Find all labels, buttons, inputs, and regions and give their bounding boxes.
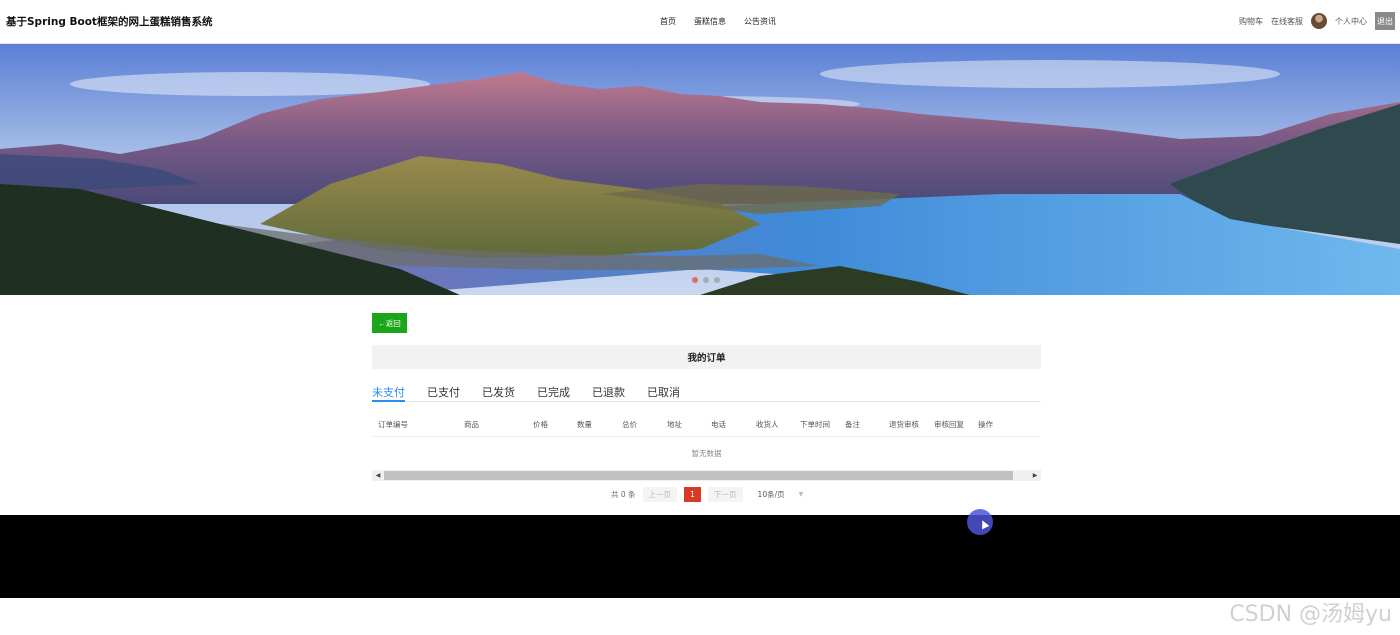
tab-unpaid[interactable]: 未支付: [372, 381, 405, 402]
nav-announcements[interactable]: 公告资讯: [744, 16, 776, 27]
current-page[interactable]: 1: [684, 487, 702, 502]
column-header: 地址: [667, 420, 682, 429]
carousel-dot-1[interactable]: [692, 277, 698, 283]
tab-paid[interactable]: 已支付: [427, 381, 460, 402]
scroll-left-icon[interactable]: ◀: [372, 470, 384, 481]
pagination: 共 0 条 上一页 1 下一页 10条/页 ▼: [611, 487, 803, 502]
scrollbar-thumb[interactable]: [384, 471, 1013, 480]
orders-title-bar: 我的订单: [372, 345, 1041, 369]
logout-button[interactable]: 退出: [1375, 12, 1395, 30]
carousel-dot-2[interactable]: [703, 277, 709, 283]
header-right-links: 购物车 在线客服 个人中心 退出: [1239, 12, 1400, 30]
chevron-down-icon: ▼: [798, 491, 804, 498]
avatar[interactable]: [1311, 13, 1327, 29]
service-link[interactable]: 在线客服: [1271, 16, 1303, 27]
footer: [0, 515, 1400, 598]
carousel-dot-3[interactable]: [714, 277, 720, 283]
order-status-tabs: 未支付 已支付 已发货 已完成 已退款 已取消: [372, 381, 1041, 402]
table-horizontal-scrollbar[interactable]: ◀ ▶: [372, 470, 1041, 481]
column-header: 审核回复: [934, 420, 964, 429]
column-header: 订单编号: [378, 420, 408, 429]
column-header: 下单时间: [800, 420, 830, 429]
column-header: 收货人: [756, 420, 779, 429]
watermark: CSDN @汤姆yu: [1229, 602, 1392, 627]
tab-shipped[interactable]: 已发货: [482, 381, 515, 402]
tab-refunded[interactable]: 已退款: [592, 381, 625, 402]
tab-completed[interactable]: 已完成: [537, 381, 570, 402]
column-header: 商品: [464, 420, 479, 429]
scroll-right-icon[interactable]: ▶: [1029, 470, 1041, 481]
page-title: 我的订单: [687, 353, 726, 364]
column-header: 总价: [622, 420, 637, 429]
column-header: 数量: [577, 420, 592, 429]
nav-cake-info[interactable]: 蛋糕信息: [694, 16, 726, 27]
site-title: 基于Spring Boot框架的网上蛋糕销售系统: [6, 16, 213, 28]
nav-home[interactable]: 首页: [660, 16, 676, 27]
empty-state-text: 暂无数据: [691, 449, 722, 458]
main-nav: 首页 蛋糕信息 公告资讯: [660, 16, 776, 27]
column-header: 操作: [978, 420, 993, 429]
column-header: 退货审核: [889, 420, 919, 429]
back-button[interactable]: ←返回: [372, 313, 407, 333]
top-header: 基于Spring Boot框架的网上蛋糕销售系统 首页 蛋糕信息 公告资讯 购物…: [0, 0, 1400, 44]
profile-link[interactable]: 个人中心: [1335, 16, 1367, 27]
tab-cancelled[interactable]: 已取消: [647, 381, 680, 402]
banner-image: [0, 44, 1400, 295]
prev-page-button[interactable]: 上一页: [642, 487, 678, 502]
page-size-value: 10条/页: [757, 490, 785, 499]
cart-link[interactable]: 购物车: [1239, 16, 1263, 27]
column-header: 价格: [533, 420, 548, 429]
next-page-button[interactable]: 下一页: [708, 487, 743, 502]
total-count: 共 0 条: [611, 490, 636, 499]
column-header: 备注: [845, 420, 860, 429]
carousel-indicators: [692, 277, 720, 283]
page-size-select[interactable]: 10条/页 ▼: [758, 489, 804, 500]
column-header: 电话: [711, 420, 726, 429]
banner-carousel[interactable]: [0, 44, 1400, 295]
orders-table-header: 订单编号 商品 价格 数量 总价 地址 电话 收货人 下单时间 备注 退货审核 …: [372, 415, 1041, 437]
